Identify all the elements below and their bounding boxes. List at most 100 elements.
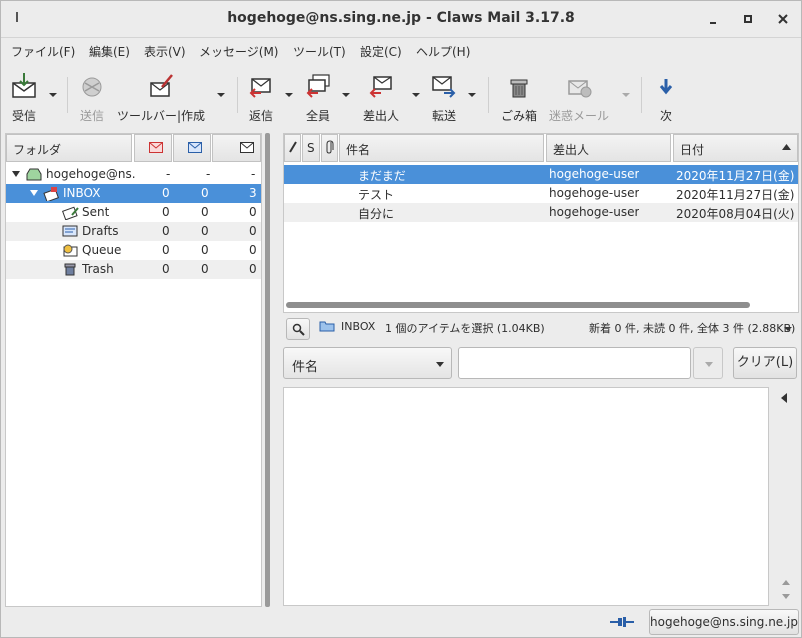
menu-settings[interactable]: 設定(C) — [360, 43, 402, 60]
folder-unread-count: 0 — [201, 262, 209, 276]
reply-sender-button[interactable]: 差出人 — [361, 71, 401, 124]
search-input[interactable] — [458, 347, 691, 379]
folder-row-queue[interactable]: Queue 0 0 0 — [6, 241, 261, 260]
folder-unread-count: 0 — [201, 224, 209, 238]
total-mail-icon — [240, 142, 254, 153]
compose-label: ツールバー|作成 — [117, 109, 206, 123]
folder-new-count: 0 — [162, 262, 170, 276]
menu-edit[interactable]: 編集(E) — [89, 43, 130, 60]
forward-dropdown-icon[interactable] — [467, 91, 477, 99]
minimize-icon[interactable] — [704, 10, 722, 28]
reply-sender-icon — [369, 76, 392, 98]
total-column-header[interactable] — [212, 134, 261, 162]
expander-down-icon[interactable] — [12, 170, 20, 178]
close-icon[interactable] — [774, 10, 792, 28]
reply-sender-dropdown-icon[interactable] — [411, 91, 421, 99]
message-date: 2020年11月27日(金) 0 — [676, 188, 798, 202]
message-list-hscrollbar[interactable] — [286, 302, 750, 308]
receive-dropdown-icon[interactable] — [48, 91, 58, 99]
forward-button[interactable]: 転送 — [429, 71, 459, 124]
subject-column-header[interactable]: 件名 — [339, 134, 544, 162]
folder-header-label: フォルダ — [13, 143, 62, 157]
reply-button[interactable]: 返信 — [246, 71, 276, 124]
reply-all-dropdown-icon[interactable] — [341, 91, 351, 99]
trash-button[interactable]: ごみ箱 — [499, 71, 539, 124]
drafts-icon — [62, 225, 78, 237]
message-row[interactable]: テスト hogehoge-user 2020年11月27日(金) 0 — [284, 184, 798, 203]
chevron-down-icon — [436, 362, 444, 367]
folder-total-count: 0 — [249, 205, 257, 219]
chevron-down-icon[interactable] — [783, 325, 793, 333]
message-from: hogehoge-user — [549, 167, 640, 181]
menu-tools[interactable]: ツール(T) — [293, 43, 346, 60]
unread-mail-icon — [188, 142, 202, 153]
unread-column-header[interactable] — [173, 134, 211, 162]
from-column-header[interactable]: 差出人 — [546, 134, 671, 162]
folder-row-inbox[interactable]: INBOX 0 0 3 — [6, 184, 261, 203]
date-column-header[interactable]: 日付 — [673, 134, 798, 162]
pane-splitter[interactable] — [264, 133, 272, 607]
folder-new-count: 0 — [162, 243, 170, 257]
message-subject: テスト — [358, 188, 395, 202]
message-subject: 自分に — [358, 207, 395, 221]
claws-mail-window: hogehoge@ns.sing.ne.jp - Claws Mail 3.17… — [0, 0, 802, 638]
receive-button[interactable]: 受信 — [9, 71, 39, 124]
folder-row-account[interactable]: hogehoge@ns.s - - - — [6, 165, 261, 184]
search-history-button[interactable] — [693, 347, 723, 379]
reply-label: 返信 — [248, 109, 273, 123]
scroll-down-icon[interactable] — [781, 593, 791, 601]
folder-unread-count: 0 — [201, 186, 209, 200]
mailbox-icon — [26, 168, 42, 181]
folder-scrollbar[interactable] — [265, 133, 270, 607]
message-row[interactable]: 自分に hogehoge-user 2020年08月04日(火) 1 — [284, 203, 798, 222]
new-column-header[interactable] — [134, 134, 172, 162]
send-button[interactable]: 送信 — [77, 71, 107, 124]
clear-button[interactable]: クリア(L) — [733, 347, 797, 379]
folder-name: Sent — [82, 205, 110, 219]
folder-counts: 新着 0 件, 未読 0 件, 全体 3 件 (2.88KB) — [589, 322, 796, 335]
message-date: 2020年08月04日(火) 1 — [676, 207, 798, 221]
menu-file[interactable]: ファイル(F) — [11, 43, 75, 60]
spam-button[interactable]: 迷惑メール — [548, 71, 610, 124]
message-row[interactable]: まだまだ hogehoge-user 2020年11月27日(金) 1 — [284, 165, 798, 184]
compose-dropdown-icon[interactable] — [216, 91, 226, 99]
search-button[interactable] — [286, 318, 310, 340]
attachment-column-header[interactable] — [321, 134, 338, 162]
message-list[interactable]: S 件名 差出人 日付 まだまだ hogehoge-user 2020年11月2… — [283, 133, 799, 313]
inbox-icon — [43, 187, 59, 201]
trash-icon — [510, 79, 528, 98]
folder-total-count: 0 — [249, 224, 257, 238]
folder-unread-count: 0 — [201, 243, 209, 257]
chevron-down-icon — [705, 362, 713, 367]
chevron-left-icon[interactable] — [780, 393, 788, 403]
window-title: hogehoge@ns.sing.ne.jp - Claws Mail 3.17… — [227, 10, 575, 26]
scroll-up-icon[interactable] — [781, 578, 791, 586]
menu-message[interactable]: メッセージ(M) — [199, 43, 278, 60]
folder-name: hogehoge@ns.s — [46, 167, 136, 181]
folder-row-trash[interactable]: Trash 0 0 0 — [6, 260, 261, 279]
compose-button[interactable]: ツールバー|作成 — [117, 71, 205, 124]
status-column-header[interactable]: S — [302, 134, 320, 162]
maximize-icon[interactable] — [739, 10, 757, 28]
search-field-select[interactable]: 件名 — [283, 347, 452, 379]
folder-row-drafts[interactable]: Drafts 0 0 0 — [6, 222, 261, 241]
message-view[interactable] — [283, 387, 769, 606]
trash-icon — [64, 263, 76, 276]
mark-column-header[interactable] — [284, 134, 301, 162]
next-button[interactable]: 次 — [653, 71, 679, 124]
folder-row-sent[interactable]: Sent 0 0 0 — [6, 203, 261, 222]
folder-name: Queue — [82, 243, 122, 257]
reply-dropdown-icon[interactable] — [284, 91, 294, 99]
spam-dropdown-icon[interactable] — [621, 91, 631, 99]
menu-view[interactable]: 表示(V) — [144, 43, 186, 60]
folder-column-header[interactable]: フォルダ — [6, 134, 132, 162]
expander-down-icon[interactable] — [30, 189, 38, 197]
account-button[interactable]: hogehoge@ns.sing.ne.jp — [649, 609, 799, 635]
online-plug-icon[interactable] — [609, 616, 635, 628]
folder-tree[interactable]: フォルダ hogehoge@ns.s - - - INBOX 0 0 3 Sen… — [5, 133, 262, 607]
reply-all-button[interactable]: 全員 — [303, 71, 333, 124]
folder-total-count: - — [251, 167, 256, 181]
send-icon — [82, 77, 102, 97]
current-folder-label: INBOX — [341, 320, 376, 333]
menu-help[interactable]: ヘルプ(H) — [416, 43, 470, 60]
